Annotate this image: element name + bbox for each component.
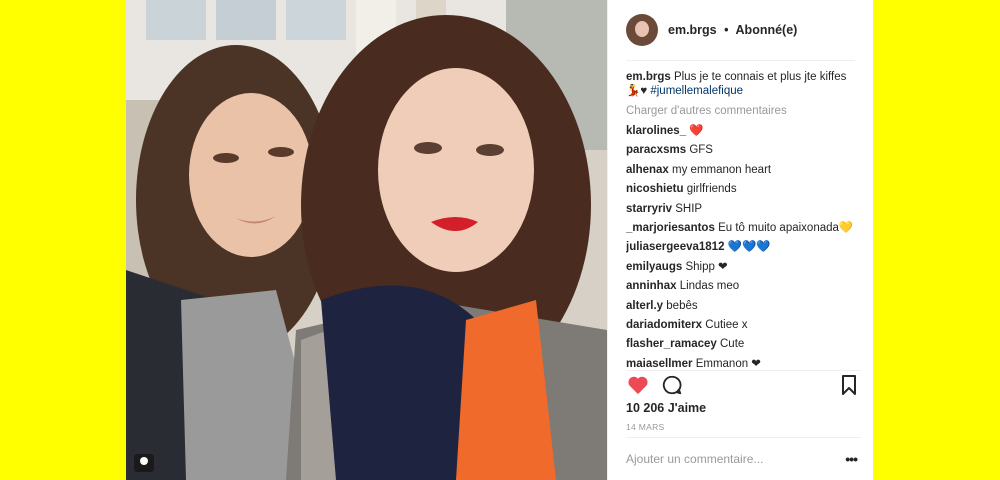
comment-text: SHIP — [675, 202, 703, 215]
comment-username[interactable]: anninhax — [626, 280, 676, 292]
comment-username[interactable]: dariadomiterx — [626, 319, 702, 331]
avatar[interactable] — [626, 14, 658, 46]
comment-bubble-icon[interactable] — [660, 373, 684, 397]
comment-username[interactable]: paracxsms — [626, 144, 686, 156]
follow-status-button[interactable]: Abonné(e) — [736, 23, 798, 37]
comment-text: ❤️ — [689, 125, 704, 137]
comment-username[interactable]: klarolines_ — [626, 125, 686, 137]
comment-text: 💙💙💙 — [727, 241, 771, 254]
post-sidebar: em.brgs • Abonné(e) em.brgs Plus je te c… — [607, 0, 873, 480]
caption: em.brgs Plus je te connais et plus jte k… — [626, 70, 861, 98]
caption-hashtag[interactable]: #jumellemalefique — [650, 85, 743, 97]
comment-username[interactable]: juliasergeeva1812 — [626, 241, 724, 253]
comment-row: paracxsms GFS — [626, 143, 861, 162]
comment-text: Emmanon ❤ — [695, 357, 761, 368]
comment-username[interactable]: starryriv — [626, 203, 672, 215]
comment-row: nicoshietu girlfriends — [626, 182, 861, 201]
comment-text: girlfriends — [686, 183, 737, 196]
add-comment-input[interactable] — [626, 452, 842, 466]
comment-username[interactable]: alhenax — [626, 164, 669, 176]
photo-image — [126, 0, 607, 480]
header-separator: • — [724, 23, 729, 37]
caption-text: Plus je te connais et plus jte kiffes — [673, 71, 847, 83]
comment-text: GFS — [689, 144, 713, 157]
post-date: 14 MARS — [626, 422, 665, 432]
comment-text: Shipp ❤ — [685, 260, 728, 273]
comment-text: Cute — [720, 338, 745, 351]
comment-username[interactable]: nicoshietu — [626, 183, 684, 195]
comment-text: bebês — [666, 299, 698, 312]
comment-row: dariadomiterx Cutiee x — [626, 318, 861, 337]
comment-username[interactable]: maiasellmer — [626, 358, 693, 368]
comment-row: _marjoriesantos Eu tô muito apaixonada💛 — [626, 221, 861, 240]
heart-filled-icon[interactable] — [626, 373, 650, 397]
comment-username[interactable]: flasher_ramacey — [626, 338, 717, 350]
comment-row: juliasergeeva1812 💙💙💙 — [626, 240, 861, 259]
comments-list[interactable]: em.brgs Plus je te connais et plus jte k… — [626, 70, 861, 368]
add-comment-bar: ••• — [626, 437, 861, 480]
comment-row: starryriv SHIP — [626, 202, 861, 221]
caption-username[interactable]: em.brgs — [626, 71, 671, 83]
likes-count[interactable]: 10 206 J'aime — [626, 401, 706, 415]
post-photo[interactable] — [126, 0, 607, 480]
comment-text: Eu tô muito apaixonada💛 — [718, 221, 854, 234]
comment-row: emilyaugs Shipp ❤ — [626, 260, 861, 279]
post-header: em.brgs • Abonné(e) — [626, 0, 855, 61]
comment-username[interactable]: _marjoriesantos — [626, 222, 715, 234]
comment-text: my emmanon heart — [672, 163, 772, 176]
tagged-people-icon[interactable] — [134, 454, 154, 472]
action-bar — [626, 370, 861, 398]
comment-text: Cutiee x — [705, 318, 748, 331]
comment-username[interactable]: emilyaugs — [626, 261, 682, 273]
comment-row: klarolines_ ❤️ — [626, 124, 861, 143]
comment-row: flasher_ramacey Cute — [626, 337, 861, 356]
more-options-icon[interactable]: ••• — [841, 451, 861, 467]
comment-row: alhenax my emmanon heart — [626, 163, 861, 182]
caption-emoji: 💃♥ — [626, 85, 648, 97]
bookmark-icon[interactable] — [837, 373, 861, 397]
comment-row: anninhax Lindas meo — [626, 279, 861, 298]
header-username[interactable]: em.brgs — [668, 23, 717, 37]
comment-row: maiasellmer Emmanon ❤ — [626, 357, 861, 368]
comment-text: Lindas meo — [679, 280, 740, 293]
load-more-comments-link[interactable]: Charger d'autres commentaires — [626, 104, 861, 118]
comment-username[interactable]: alterl.y — [626, 300, 663, 312]
comment-row: alterl.y bebês — [626, 299, 861, 318]
